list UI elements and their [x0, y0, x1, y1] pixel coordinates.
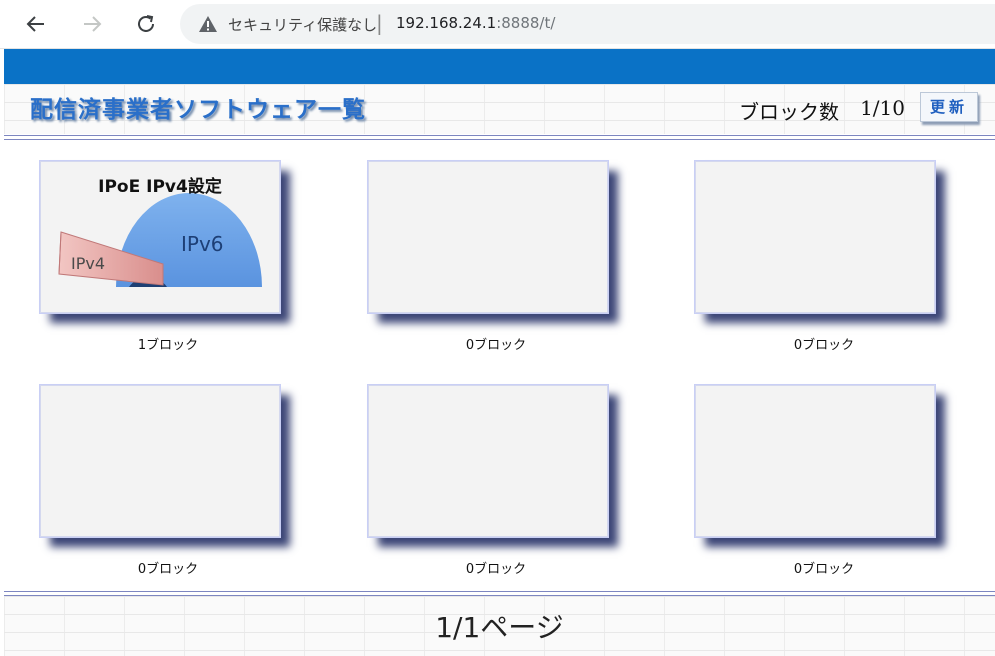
block-count-label: ブロック数 — [739, 100, 839, 124]
reload-icon — [138, 15, 154, 32]
address-bar[interactable]: セキュリティ保護なし | 192.168.24.1:8888/t/ — [180, 4, 995, 44]
software-tile[interactable] — [40, 385, 280, 537]
forward-button[interactable] — [78, 10, 106, 38]
refresh-button[interactable]: 更新 — [920, 92, 978, 122]
security-status[interactable]: セキュリティ保護なし — [228, 14, 377, 35]
header-divider — [4, 135, 995, 136]
page-title: 配信済事業者ソフトウェア一覧 — [30, 97, 366, 123]
browser-toolbar: セキュリティ保護なし | 192.168.24.1:8888/t/ — [0, 0, 995, 49]
url-path: :8888/t/ — [496, 14, 556, 32]
warning-icon[interactable] — [198, 15, 218, 33]
url-text[interactable]: 192.168.24.1:8888/t/ — [396, 14, 555, 32]
page-content: 配信済事業者ソフトウェア一覧 ブロック数 1/10 更新 IPoE IPv4設定… — [2, 49, 995, 656]
arrow-right-icon — [84, 16, 102, 32]
ipv6-label: IPv6 — [181, 232, 224, 256]
tile-caption: 1ブロック — [137, 338, 199, 353]
tile-caption: 0ブロック — [465, 562, 527, 577]
footer: 1/1ページ — [4, 596, 995, 656]
tile-art-title: IPoE IPv4設定 — [98, 177, 222, 197]
arrow-left-icon — [26, 16, 44, 32]
page-indicator: 1/1ページ — [435, 611, 564, 644]
tile-caption: 0ブロック — [465, 338, 527, 353]
reload-button[interactable] — [132, 10, 160, 38]
footer-divider — [4, 591, 995, 592]
header-divider — [4, 139, 995, 140]
url-host: 192.168.24.1 — [396, 14, 497, 32]
software-tile[interactable] — [368, 161, 608, 313]
tile-caption: 0ブロック — [793, 338, 855, 353]
ipv4-label: IPv4 — [71, 254, 106, 273]
tile-caption: 0ブロック — [793, 562, 855, 577]
url-divider: | — [376, 11, 383, 35]
software-tile[interactable] — [695, 385, 935, 537]
software-tile[interactable] — [695, 161, 935, 313]
tile-caption: 0ブロック — [137, 562, 199, 577]
back-button[interactable] — [22, 10, 50, 38]
top-band — [4, 49, 995, 84]
block-count-value: 1/10 — [860, 96, 905, 120]
header: 配信済事業者ソフトウェア一覧 ブロック数 1/10 更新 — [4, 84, 995, 134]
software-tile[interactable]: IPoE IPv4設定 IPv6 IPv4 — [40, 161, 280, 313]
software-tile[interactable] — [368, 385, 608, 537]
